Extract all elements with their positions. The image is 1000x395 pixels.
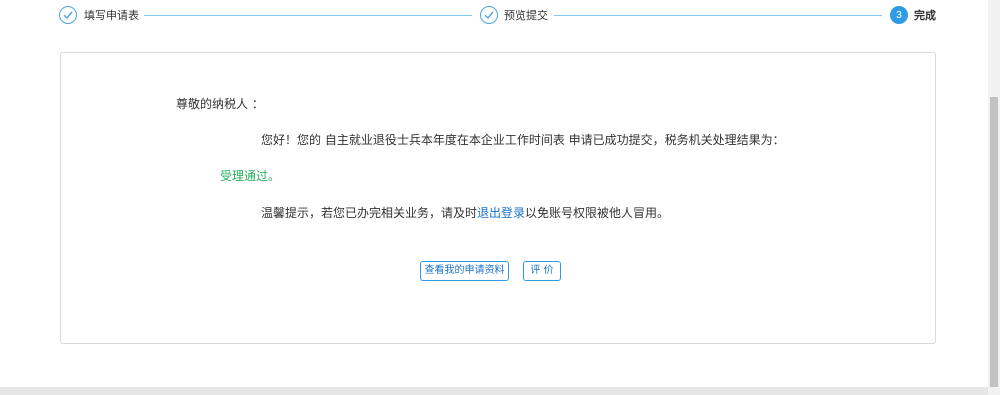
step-label-preview-submit: 预览提交: [504, 9, 548, 22]
step-label-fill-form: 填写申请表: [84, 9, 139, 22]
step-number-badge: 3: [890, 6, 908, 24]
check-circle-icon: [480, 6, 498, 24]
step-label-complete: 完成: [914, 9, 936, 22]
tip-suffix: 以免账号权限被他人冒用。: [525, 206, 670, 220]
rate-button[interactable]: 评 价: [523, 261, 561, 281]
submission-message: 您好！您的 自主就业退役士兵本年度在本企业工作时间表 申请已成功提交，税务机关处…: [261, 133, 785, 147]
step-connector: [144, 15, 472, 16]
tip-text: 温馨提示，若您已办完相关业务，请及时退出登录以免账号权限被他人冒用。: [261, 205, 669, 221]
tip-prefix: 温馨提示，若您已办完相关业务，请及时: [261, 206, 478, 220]
result-status: 受理通过。: [220, 169, 281, 183]
greeting-text: 尊敬的纳税人 ：: [176, 97, 264, 111]
result-panel: 尊敬的纳税人 ： 您好！您的 自主就业退役士兵本年度在本企业工作时间表 申请已成…: [60, 52, 936, 344]
scrollbar[interactable]: [988, 0, 1000, 395]
step-connector: [554, 15, 882, 16]
scrollbar-thumb[interactable]: [990, 97, 998, 387]
bottom-bar: [0, 387, 988, 395]
check-circle-icon: [59, 6, 77, 24]
view-application-button[interactable]: 查看我的申请资料: [420, 261, 509, 281]
logout-link[interactable]: 退出登录: [477, 206, 525, 220]
progress-steps: 填写申请表 预览提交 3 完成: [0, 0, 1000, 32]
